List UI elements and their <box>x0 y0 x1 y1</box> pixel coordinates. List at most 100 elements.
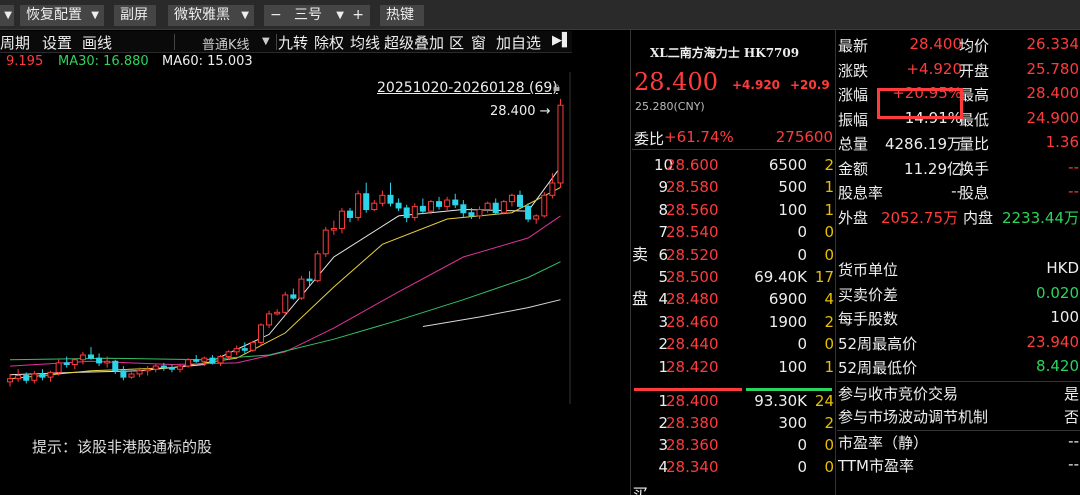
divider <box>276 34 277 50</box>
info-value: 100 <box>1050 308 1079 326</box>
zone-button[interactable]: 区 <box>449 32 464 53</box>
bid-level-row[interactable]: 1 28.400 93.30K 24 <box>632 392 835 414</box>
candle-body <box>282 294 289 313</box>
stat-row: 最新 28.400 均价 26.334 <box>837 35 1080 59</box>
candle-body <box>541 194 548 217</box>
window-button[interactable]: 窗 <box>471 32 486 53</box>
ma60-value: MA60: 15.003 <box>162 54 253 69</box>
info-row: 52周最低价 8.420 <box>837 356 1080 380</box>
prev-close: 25.280(CNY) <box>635 100 705 113</box>
nine-turn-button[interactable]: 九转 <box>278 32 308 53</box>
collapse-panel-icon[interactable]: ▶▌ <box>552 33 572 48</box>
ask-level-row[interactable]: 6 28.520 0 0 <box>632 246 835 268</box>
font-size-label[interactable]: 三号 <box>294 5 322 26</box>
stat-label: 振幅 <box>838 110 869 129</box>
info-value: -- <box>1068 455 1079 473</box>
stat-value: 1.36 <box>1045 133 1079 151</box>
candle-body <box>395 202 402 209</box>
ask-level-row[interactable]: 10 28.600 6500 2 <box>632 156 835 178</box>
date-range-label[interactable]: 20251020-20260128 (69) <box>377 80 558 96</box>
lock-icon[interactable]: 🔒︎ <box>553 80 560 95</box>
ask-count: 1 <box>824 178 834 197</box>
bid-level-row[interactable]: 4 28.340 0 0 <box>632 458 835 480</box>
info-value: 23.940 <box>1026 332 1080 351</box>
candle-body <box>516 194 524 207</box>
ask-price: 28.520 <box>666 245 719 264</box>
current-price: 28.400 <box>634 68 718 96</box>
ask-level-row[interactable]: 4 28.480 6900 4 <box>632 290 835 312</box>
ask-level-row[interactable]: 2 28.440 0 0 <box>632 335 835 357</box>
ask-price: 28.580 <box>666 178 719 197</box>
candle-body <box>525 205 532 220</box>
drawing-button[interactable]: 画线 <box>82 32 112 53</box>
bid-price: 28.340 <box>666 458 719 476</box>
exright-button[interactable]: 除权 <box>314 32 344 53</box>
info-row: 买卖价差 0.020 <box>837 283 1080 307</box>
order-ratio-row: 委比 +61.74% 275600 <box>632 126 835 150</box>
stat-value: 24.900 <box>1026 108 1080 127</box>
kline-chart[interactable]: 29.45026.46723.48520.46317.48114.45911.4… <box>0 72 620 404</box>
candle-body <box>257 324 264 343</box>
stat-row: 总量 4286.19万 量比 1.36 <box>837 133 1080 157</box>
candle-body <box>444 199 451 207</box>
chevron-down-icon: ▼ <box>91 10 99 21</box>
candle-body <box>363 193 370 211</box>
add-watchlist-button[interactable]: 加自选 <box>496 32 541 53</box>
bid-level-row[interactable]: 3 28.360 0 0 <box>632 436 835 458</box>
bid-volume: 300 <box>778 414 807 432</box>
candle-body <box>96 357 103 364</box>
ask-level-row[interactable]: 7 28.540 0 0 <box>632 223 835 245</box>
font-size-decrease-button[interactable]: − <box>270 5 282 26</box>
stat-label: 内盘 <box>963 208 994 227</box>
ask-level-row[interactable]: 3 28.460 1900 2 <box>632 313 835 335</box>
kline-type-dropdown[interactable]: 普通K线 <box>202 34 250 53</box>
chevron-down-icon[interactable]: ▼ <box>262 36 270 47</box>
candle-body <box>533 215 540 220</box>
ask-level-row[interactable]: 9 28.580 500 1 <box>632 178 835 200</box>
ask-level-row[interactable]: 5 28.500 69.40K 17 <box>632 268 835 290</box>
candle-body <box>314 253 321 282</box>
bid-volume: 0 <box>797 458 807 476</box>
candle-body <box>136 370 143 375</box>
settings-button[interactable]: 设置 <box>42 32 72 53</box>
info-label: 参与收市竞价交易 <box>838 384 959 403</box>
candle-body <box>557 104 564 184</box>
bid-volume: 0 <box>797 436 807 454</box>
ma-button[interactable]: 均线 <box>350 32 380 53</box>
period-button[interactable]: 周期 <box>0 32 30 53</box>
stat-row: 涨跌 +4.920 开盘 25.780 <box>837 60 1080 84</box>
font-dropdown[interactable]: 微软雅黑 ▼ <box>168 5 254 26</box>
subscreen-button[interactable]: 副屏 <box>114 5 156 26</box>
overlay-button[interactable]: 超级叠加 <box>384 32 444 53</box>
ask-level-row[interactable]: 1 28.420 100 1 <box>632 358 835 380</box>
info-label: 每手股数 <box>838 310 899 328</box>
panel-divider <box>630 30 631 495</box>
info-label: 买卖价差 <box>838 285 899 304</box>
candle-body <box>15 375 22 380</box>
candle-body <box>63 362 70 365</box>
stat-label: 换手 <box>959 159 990 178</box>
stat-value: 26.334 <box>1026 35 1080 53</box>
font-size-increase-button[interactable]: + <box>352 5 364 26</box>
ask-count: 2 <box>824 156 834 174</box>
restore-config-dropdown[interactable]: 恢复配置 ▼ <box>20 5 104 26</box>
ask-price: 28.560 <box>666 200 719 219</box>
candle-body <box>217 356 224 364</box>
bid-count: 0 <box>824 458 834 476</box>
candle-body <box>298 278 305 299</box>
ask-price: 28.460 <box>666 312 719 331</box>
chevron-down-icon[interactable]: ▼ <box>336 5 344 26</box>
bid-level-row[interactable]: 2 28.380 300 2 <box>632 414 835 436</box>
ask-level-row[interactable]: 8 28.560 100 1 <box>632 201 835 223</box>
stat-label: 量比 <box>959 135 990 153</box>
ma-first-value: 9.195 <box>6 54 44 69</box>
hotkey-button[interactable]: 热键 <box>380 5 424 26</box>
ask-price: 28.420 <box>666 357 719 376</box>
divider <box>174 34 175 50</box>
info-row: 每手股数 100 <box>837 307 1080 331</box>
bid-price: 28.380 <box>666 414 719 432</box>
stat-label: 最新 <box>838 37 869 55</box>
toolbar-dropdown-left[interactable]: ▼ <box>0 5 14 26</box>
ask-volume: 100 <box>778 200 807 219</box>
info-row: 52周最高价 23.940 <box>837 332 1080 356</box>
